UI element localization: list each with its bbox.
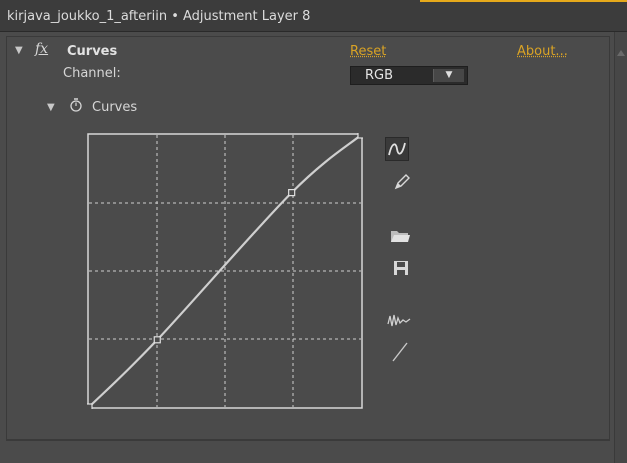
curve-control-point[interactable] xyxy=(87,403,93,409)
reset-linear-button[interactable] xyxy=(388,340,412,364)
effect-expand-triangle-icon[interactable]: ▼ xyxy=(15,45,23,56)
reset-link[interactable]: Reset xyxy=(350,44,386,59)
panel-title: kirjava_joukko_1_afteriin • Adjustment L… xyxy=(7,9,311,24)
curve-control-point[interactable] xyxy=(357,133,363,139)
reset-linear-icon xyxy=(392,342,408,362)
panel-title-bar: kirjava_joukko_1_afteriin • Adjustment L… xyxy=(0,0,627,32)
about-link[interactable]: About... xyxy=(517,44,568,59)
smooth-curve-icon xyxy=(387,314,411,327)
bezier-curve-tool-icon xyxy=(388,142,406,156)
channel-label: Channel: xyxy=(63,66,121,81)
stopwatch-icon[interactable] xyxy=(69,97,83,117)
bezier-curve-tool[interactable] xyxy=(385,137,409,161)
channel-dropdown-value: RGB xyxy=(365,68,394,83)
save-disk-icon xyxy=(394,261,408,275)
active-tab-accent xyxy=(420,0,627,2)
pencil-tool-icon xyxy=(394,174,410,190)
channel-dropdown[interactable]: RGB ▼ xyxy=(350,66,468,85)
graph-frame xyxy=(87,133,363,409)
curve-control-point[interactable] xyxy=(153,336,161,344)
save-button[interactable] xyxy=(389,256,413,280)
pencil-tool[interactable] xyxy=(390,170,414,194)
vertical-scrollbar[interactable] xyxy=(614,32,627,463)
curves-graph[interactable] xyxy=(87,133,363,409)
effect-name: Curves xyxy=(67,44,118,59)
open-folder-icon xyxy=(391,231,410,242)
open-button[interactable] xyxy=(388,224,412,248)
param-expand-triangle-icon[interactable]: ▼ xyxy=(47,102,55,113)
divider xyxy=(6,440,610,441)
fx-toggle-icon[interactable]: fx xyxy=(35,41,48,57)
curve-control-point[interactable] xyxy=(288,188,296,197)
curves-param-label: Curves xyxy=(92,100,138,115)
chevron-down-icon[interactable]: ▼ xyxy=(433,69,464,82)
scroll-up-arrow-icon[interactable] xyxy=(617,50,625,56)
smooth-button[interactable] xyxy=(387,309,411,333)
